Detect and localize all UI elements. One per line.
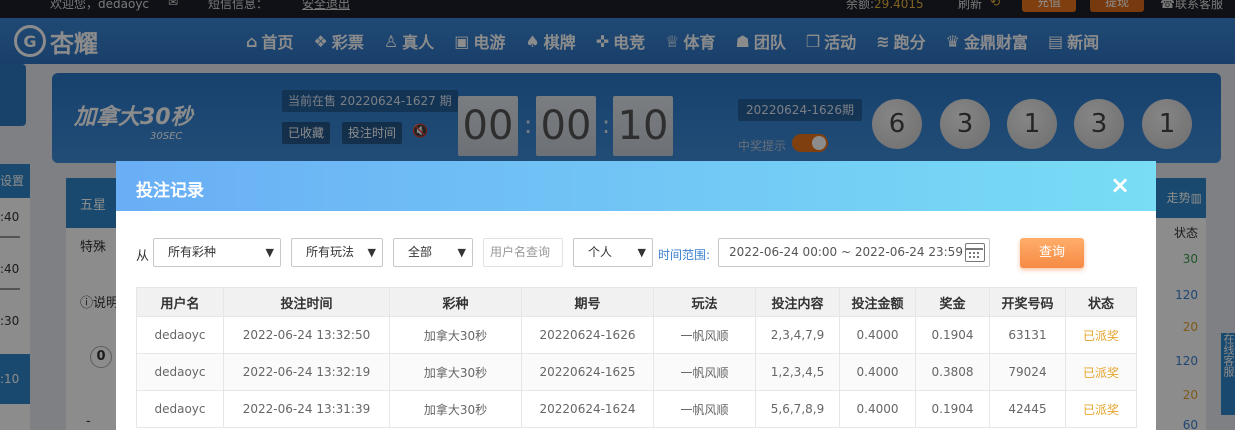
modal-title: 投注记录 — [136, 181, 204, 201]
cell-content: 1,2,3,4,5 — [755, 353, 840, 391]
chevron-down-icon: ▼ — [265, 246, 274, 259]
cell-bet-time: 2022-06-24 13:31:39 — [223, 390, 390, 428]
cell-username: dedaoyc — [136, 316, 224, 354]
cell-amount: 0.4000 — [839, 390, 916, 428]
cell-lottery: 加拿大30秒 — [389, 353, 522, 391]
cell-draw: 63131 — [989, 316, 1066, 354]
close-icon[interactable]: × — [1108, 172, 1132, 198]
query-button[interactable]: 查询 — [1020, 238, 1084, 268]
col-header-play: 玩法 — [653, 287, 756, 317]
cell-issue: 20220624-1624 — [521, 390, 654, 428]
cell-content: 2,3,4,7,9 — [755, 316, 840, 354]
col-header-lottery: 彩种 — [389, 287, 522, 317]
cell-play: 一帆风顺 — [653, 390, 756, 428]
col-header-prize: 奖金 — [915, 287, 990, 317]
modal-header: 投注记录 × — [116, 161, 1156, 211]
cell-bet-time: 2022-06-24 13:32:50 — [223, 316, 390, 354]
username-input[interactable]: 用户名查询 — [483, 238, 563, 267]
cell-play: 一帆风顺 — [653, 316, 756, 354]
status-select[interactable]: 全部 ▼ — [393, 238, 473, 267]
cell-amount: 0.4000 — [839, 353, 916, 391]
col-header-issue: 期号 — [521, 287, 654, 317]
cell-prize: 0.1904 — [915, 390, 990, 428]
cell-lottery: 加拿大30秒 — [389, 316, 522, 354]
cell-draw: 42445 — [989, 390, 1066, 428]
col-header-draw: 开奖号码 — [989, 287, 1066, 317]
table-row[interactable]: dedaoyc 2022-06-24 13:32:19 加拿大30秒 20220… — [136, 353, 1137, 391]
chevron-down-icon: ▼ — [367, 246, 376, 259]
col-header-status: 状态 — [1065, 287, 1137, 317]
calendar-icon[interactable] — [965, 243, 985, 262]
chevron-down-icon: ▼ — [457, 246, 466, 259]
cell-status: 已派奖 — [1065, 316, 1137, 354]
play-select[interactable]: 所有玩法 ▼ — [291, 238, 383, 267]
bet-records-table: 用户名 投注时间 彩种 期号 玩法 投注内容 投注金额 奖金 开奖号码 状态 d… — [136, 287, 1137, 428]
bet-records-modal: 投注记录 × 从 所有彩种 ▼ 所有玩法 ▼ 全部 ▼ 用户名查询 个人 ▼ 时间范围:… — [116, 161, 1156, 430]
table-row[interactable]: dedaoyc 2022-06-24 13:32:50 加拿大30秒 20220… — [136, 316, 1137, 354]
col-header-bet-time: 投注时间 — [223, 287, 390, 317]
cell-status: 已派奖 — [1065, 390, 1137, 428]
scope-select[interactable]: 个人 ▼ — [573, 238, 653, 267]
cell-issue: 20220624-1625 — [521, 353, 654, 391]
table-row[interactable]: dedaoyc 2022-06-24 13:31:39 加拿大30秒 20220… — [136, 390, 1137, 428]
date-range-input[interactable]: 2022-06-24 00:00 ~ 2022-06-24 23:59 — [718, 238, 990, 267]
col-header-content: 投注内容 — [755, 287, 840, 317]
cell-prize: 0.3808 — [915, 353, 990, 391]
cell-content: 5,6,7,8,9 — [755, 390, 840, 428]
cell-bet-time: 2022-06-24 13:32:19 — [223, 353, 390, 391]
from-label: 从 — [136, 249, 150, 264]
col-header-username: 用户名 — [136, 287, 224, 317]
cell-username: dedaoyc — [136, 390, 224, 428]
cell-username: dedaoyc — [136, 353, 224, 391]
lottery-select[interactable]: 所有彩种 ▼ — [153, 238, 281, 267]
cell-issue: 20220624-1626 — [521, 316, 654, 354]
cell-lottery: 加拿大30秒 — [389, 390, 522, 428]
cell-status: 已派奖 — [1065, 353, 1137, 391]
time-range-label: 时间范围: — [658, 248, 711, 262]
cell-prize: 0.1904 — [915, 316, 990, 354]
table-header-row: 用户名 投注时间 彩种 期号 玩法 投注内容 投注金额 奖金 开奖号码 状态 — [136, 287, 1137, 317]
chevron-down-icon: ▼ — [637, 246, 646, 259]
cell-draw: 79024 — [989, 353, 1066, 391]
col-header-amount: 投注金额 — [839, 287, 916, 317]
cell-play: 一帆风顺 — [653, 353, 756, 391]
cell-amount: 0.4000 — [839, 316, 916, 354]
